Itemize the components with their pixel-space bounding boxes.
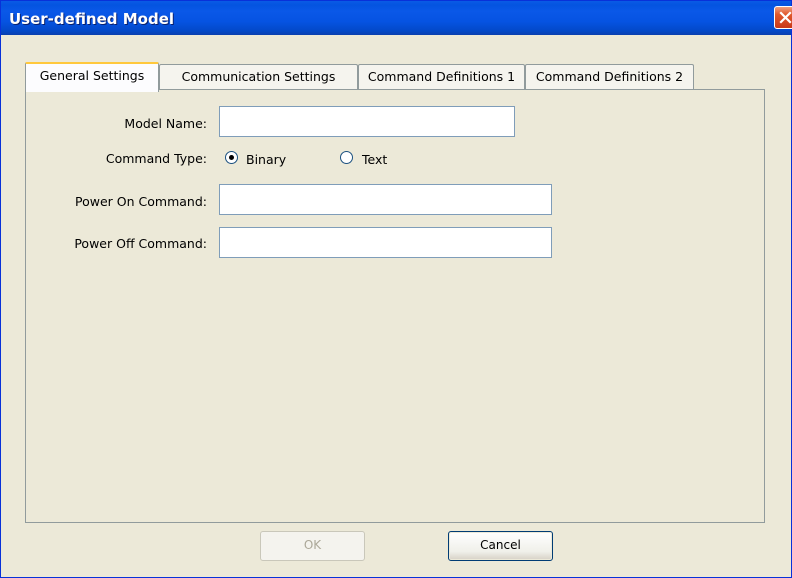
ok-button[interactable]: OK (260, 531, 365, 561)
dialog-window: User-defined Model General Settings Comm… (0, 0, 792, 578)
tab-command-definitions-1[interactable]: Command Definitions 1 (358, 64, 525, 89)
text-radio-label[interactable]: Text (362, 152, 387, 167)
title-bar[interactable]: User-defined Model (1, 1, 792, 35)
radio-selected-dot (229, 155, 234, 160)
power-on-command-label: Power On Command: (75, 194, 207, 209)
window-title: User-defined Model (9, 10, 175, 28)
tab-general-settings[interactable]: General Settings (25, 62, 159, 92)
model-name-label: Model Name: (124, 116, 207, 131)
power-off-command-label: Power Off Command: (74, 236, 207, 251)
power-on-command-input[interactable] (219, 184, 552, 215)
model-name-input[interactable] (219, 106, 515, 137)
binary-radio-label[interactable]: Binary (246, 152, 286, 167)
close-button[interactable] (774, 6, 792, 29)
tab-command-definitions-2[interactable]: Command Definitions 2 (525, 64, 694, 89)
tab-communication-settings[interactable]: Communication Settings (159, 64, 358, 89)
binary-radio[interactable] (225, 151, 238, 164)
close-icon (779, 11, 792, 24)
command-type-label: Command Type: (105, 151, 207, 166)
cancel-button[interactable]: Cancel (448, 531, 553, 561)
text-radio[interactable] (340, 151, 353, 164)
power-off-command-input[interactable] (219, 227, 552, 258)
